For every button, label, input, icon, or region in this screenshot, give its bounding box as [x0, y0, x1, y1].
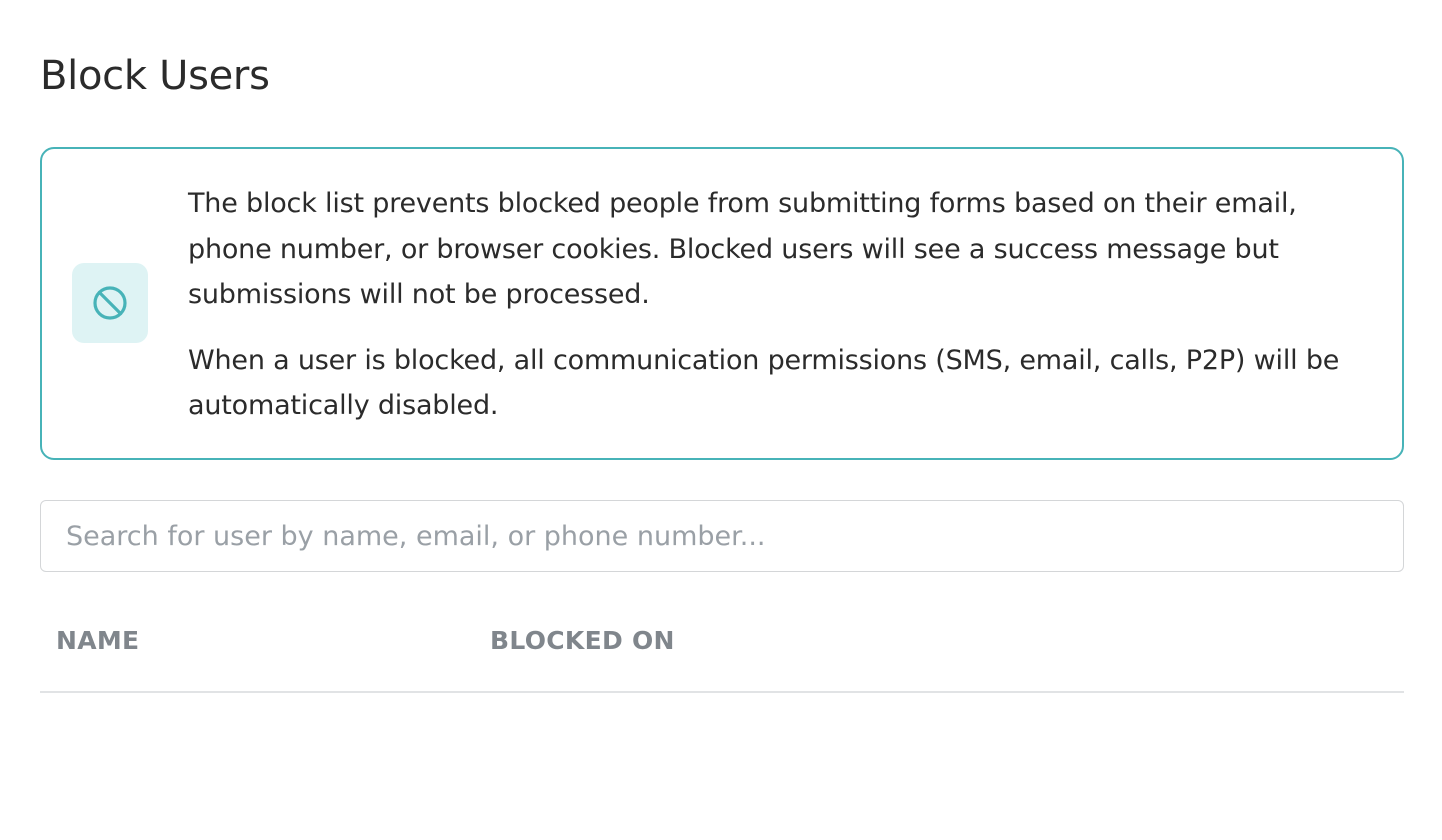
user-search-input[interactable] [40, 500, 1404, 572]
column-header-name[interactable]: NAME [56, 626, 139, 656]
blocked-users-table-header: NAME BLOCKED ON [40, 610, 1404, 693]
info-paragraph-block-list: The block list prevents blocked people f… [188, 188, 1297, 310]
block-icon [93, 286, 127, 320]
page-title: Block Users [40, 53, 270, 99]
block-users-page: Block Users The block list prevents bloc… [0, 0, 1442, 840]
column-header-blocked-on[interactable]: BLOCKED ON [490, 626, 675, 656]
block-icon-badge [72, 263, 148, 343]
info-paragraph-permissions: When a user is blocked, all communicatio… [188, 344, 1340, 422]
info-text: The block list prevents blocked people f… [188, 181, 1378, 429]
block-list-info-box: The block list prevents blocked people f… [40, 147, 1404, 460]
